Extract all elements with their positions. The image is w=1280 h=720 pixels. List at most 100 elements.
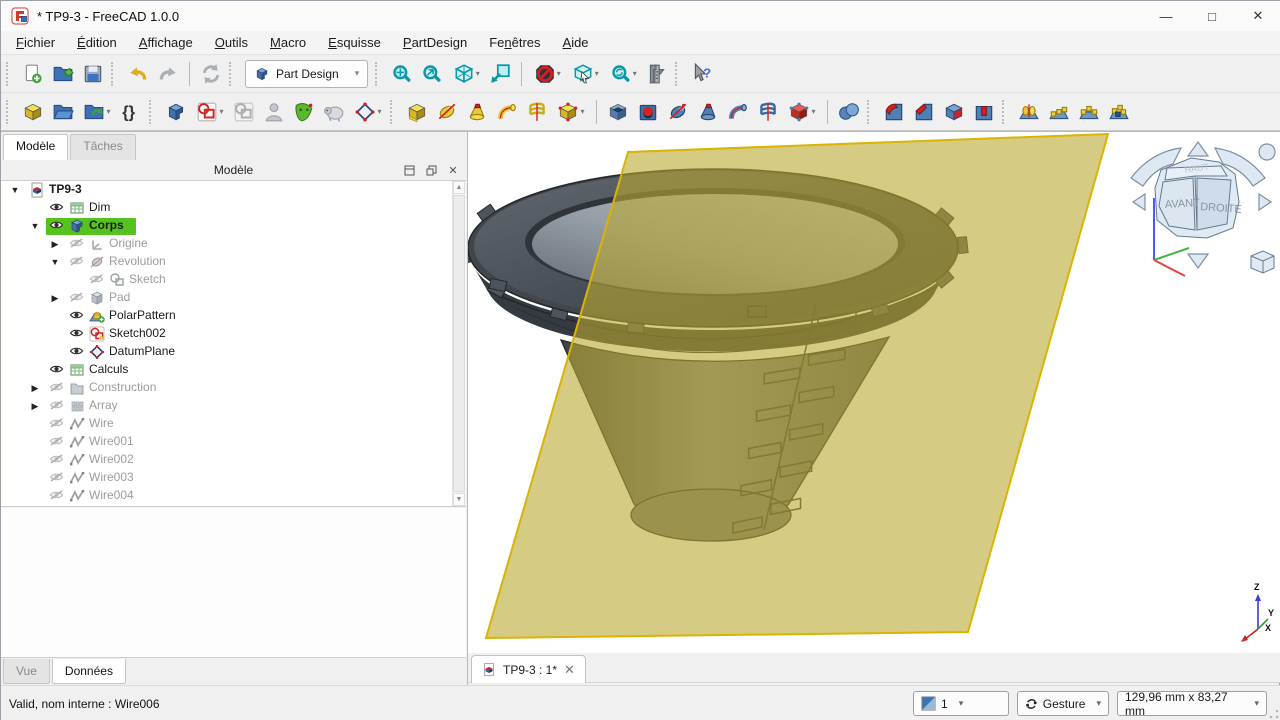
validate-sketch-button[interactable]	[289, 97, 319, 127]
visibility-eye-icon[interactable]	[69, 236, 84, 250]
branch-collapseed-arrow[interactable]: ▶	[49, 293, 61, 304]
subtractive-helix-button[interactable]	[753, 97, 783, 127]
navigation-cube[interactable]: AVANT DROITE HAUT	[1131, 142, 1275, 276]
create-body-button[interactable]	[161, 97, 191, 127]
thickness-button[interactable]	[969, 97, 999, 127]
dock-close-icon[interactable]: ✕	[446, 163, 460, 177]
tree-item-wire[interactable]: Wire	[1, 415, 466, 433]
redo-button[interactable]	[153, 59, 183, 89]
toolbar-drag-handle[interactable]	[6, 100, 14, 124]
tree-item-wire001[interactable]: Wire001	[1, 433, 466, 451]
visibility-eye-icon[interactable]	[69, 254, 84, 268]
tree-item-wire003[interactable]: Wire003	[1, 469, 466, 487]
tree-item-label[interactable]: Pad	[109, 290, 130, 304]
menu-esquisse[interactable]: Esquisse	[317, 33, 392, 52]
menu-affichage[interactable]: Affichage	[128, 33, 204, 52]
visibility-eye-icon[interactable]	[49, 488, 64, 502]
document-tab[interactable]: TP9-3 : 1* ✕	[471, 655, 586, 683]
tree-item-label[interactable]: Dim	[89, 200, 110, 214]
tab-close-icon[interactable]: ✕	[564, 662, 575, 678]
minimize-button[interactable]: —	[1143, 1, 1189, 31]
nav-left-arrow[interactable]	[1133, 194, 1145, 210]
pad-button[interactable]	[402, 97, 432, 127]
workbench-selector[interactable]: Part Design	[245, 60, 368, 88]
3d-viewport[interactable]: AVANT DROITE HAUT Z Y X	[468, 131, 1280, 653]
tree-item-label[interactable]: Origine	[109, 236, 148, 250]
tree-item-label[interactable]: PolarPattern	[109, 308, 176, 322]
nav-face-front-label[interactable]: AVANT	[1165, 197, 1201, 211]
box-zoom-button[interactable]	[604, 59, 642, 89]
menu-outils[interactable]: Outils	[204, 33, 259, 52]
nav-down-arrow[interactable]	[1188, 254, 1208, 268]
toolbar-drag-handle[interactable]	[675, 62, 683, 86]
toolbar-drag-handle[interactable]	[111, 62, 119, 86]
tree-item-label[interactable]: Construction	[89, 380, 156, 394]
tree-item-sketch002[interactable]: Sketch002	[1, 325, 466, 343]
nav-mini-cube[interactable]	[1251, 251, 1274, 273]
tree-item-label[interactable]: Wire003	[89, 470, 134, 484]
tree-item-label[interactable]: DatumPlane	[109, 344, 175, 358]
box-selection-button[interactable]	[566, 59, 604, 89]
whats-this-button[interactable]: ?	[687, 59, 717, 89]
branch-collapseed-arrow[interactable]: ▶	[29, 383, 41, 394]
tree-item-origine[interactable]: ▶ Origine	[1, 235, 466, 253]
expression-button[interactable]: {}	[116, 97, 146, 127]
branch-collapseed-arrow[interactable]: ▶	[49, 239, 61, 250]
branch-expanded-arrow[interactable]: ▼	[49, 257, 61, 267]
visibility-eye-icon[interactable]	[49, 380, 64, 394]
maximize-button[interactable]: □	[1189, 1, 1235, 31]
toolbar-drag-handle[interactable]	[867, 100, 875, 124]
align-view-button[interactable]	[485, 59, 515, 89]
dock-minimize-icon[interactable]	[402, 163, 416, 177]
visibility-eye-icon[interactable]	[49, 434, 64, 448]
visibility-eye-icon[interactable]	[69, 290, 84, 304]
fillet-button[interactable]	[879, 97, 909, 127]
visibility-eye-icon[interactable]	[69, 344, 84, 358]
linear-pattern-button[interactable]	[1044, 97, 1074, 127]
toolbar-drag-handle[interactable]	[1002, 100, 1010, 124]
toolbar-drag-handle[interactable]	[229, 62, 237, 86]
subtractive-loft-button[interactable]	[693, 97, 723, 127]
additive-primitive-button[interactable]	[552, 97, 590, 127]
menu-fichier[interactable]: Fichier	[5, 33, 66, 52]
part-button[interactable]	[18, 97, 48, 127]
menu-aide[interactable]: Aide	[552, 33, 600, 52]
tree-item-dim[interactable]: Dim	[1, 199, 466, 217]
create-sketch-button[interactable]	[191, 97, 229, 127]
draft-button[interactable]	[939, 97, 969, 127]
multitransform-button[interactable]	[1104, 97, 1134, 127]
tree-item-label[interactable]: Corps	[89, 218, 124, 232]
menu-fentres[interactable]: Fenêtres	[478, 33, 551, 52]
polar-pattern-button[interactable]	[1074, 97, 1104, 127]
chamfer-button[interactable]	[909, 97, 939, 127]
new-document-button[interactable]	[18, 59, 48, 89]
resize-grip[interactable]	[1268, 708, 1280, 720]
branch-expanded-arrow[interactable]: ▼	[9, 185, 21, 195]
toolbar-drag-handle[interactable]	[149, 100, 157, 124]
selection-filter-button[interactable]	[528, 59, 566, 89]
draw-style-combo[interactable]: 1	[913, 691, 1009, 716]
zoom-fit-button[interactable]	[387, 59, 417, 89]
tree-item-label[interactable]: Array	[89, 398, 118, 412]
branch-expanded-arrow[interactable]: ▼	[29, 221, 41, 231]
subtractive-primitive-button[interactable]	[783, 97, 821, 127]
visibility-eye-icon[interactable]	[69, 308, 84, 322]
axonometric-button[interactable]	[447, 59, 485, 89]
undo-button[interactable]	[123, 59, 153, 89]
tree-item-tp9-3[interactable]: ▼TP9-3	[1, 181, 466, 199]
tree-item-wire004[interactable]: Wire004	[1, 487, 466, 505]
open-folder-button[interactable]	[48, 59, 78, 89]
tab-donnes[interactable]: Données	[52, 659, 126, 684]
tree-item-construction[interactable]: ▶ Construction	[1, 379, 466, 397]
make-link-button[interactable]	[78, 97, 116, 127]
visibility-eye-icon[interactable]	[49, 398, 64, 412]
3d-scene[interactable]: AVANT DROITE HAUT Z Y X	[468, 132, 1280, 654]
toolbar-drag-handle[interactable]	[390, 100, 398, 124]
tree-item-wire002[interactable]: Wire002	[1, 451, 466, 469]
tree-item-pad[interactable]: ▶ Pad	[1, 289, 466, 307]
subtractive-pipe-button[interactable]	[723, 97, 753, 127]
visibility-eye-icon[interactable]	[69, 326, 84, 340]
map-sketch-button[interactable]	[259, 97, 289, 127]
tree-item-label[interactable]: Calculs	[89, 362, 128, 376]
additive-loft-button[interactable]	[462, 97, 492, 127]
